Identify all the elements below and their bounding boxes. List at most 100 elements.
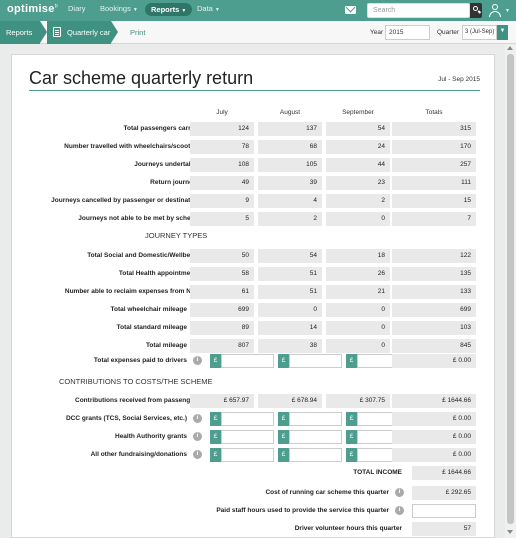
breadcrumb-reports[interactable]: Reports [0,21,40,44]
row-label: TOTAL INCOME [353,469,402,476]
value-cell: 57 [412,522,476,536]
value-cell: 699 [392,303,476,317]
info-icon[interactable]: i [193,450,202,459]
user-icon[interactable] [488,3,502,18]
currency-input: £ [278,354,342,368]
nav-data[interactable]: Data ▼ [197,4,220,13]
value-cell: 315 [392,122,476,136]
info-icon[interactable]: i [193,414,202,423]
value-cell: 0 [326,339,390,353]
section-heading: JOURNEY TYPES [145,231,208,240]
info-icon[interactable]: i [193,356,202,365]
value-cell: 257 [392,158,476,172]
amount-field[interactable] [221,354,274,368]
value-cell: 39 [258,176,322,190]
row-label: Number travelled with wheelchairs/scoote… [64,143,200,150]
value-cell: £ 678.94 [258,394,322,408]
currency-input: £ [210,354,274,368]
app-logo[interactable]: optimisetr [7,3,58,15]
search-button[interactable] [470,3,482,18]
row-label: Cost of running car scheme this quarter [265,489,389,496]
row-label: All other fundraising/donations [90,451,187,458]
year-input[interactable]: 2015 [385,25,430,40]
value-cell: 0 [326,321,390,335]
row-label: Paid staff hours used to provide the ser… [216,507,389,514]
value-cell: 18 [326,249,390,263]
amount-field[interactable] [289,354,342,368]
value-cell: 124 [190,122,254,136]
value-cell: 0 [326,303,390,317]
pound-addon: £ [210,412,221,426]
value-cell: £ 1644.66 [412,466,476,480]
nav-reports[interactable]: Reports ▼ [145,3,193,16]
nav-bookings[interactable]: Bookings ▼ [100,4,138,13]
nav-diary[interactable]: Diary [68,4,86,13]
row-label: Health Authority grants [115,433,187,440]
top-navbar: optimisetr Diary Bookings ▼ Reports ▼ Data… [0,0,516,21]
value-cell: £ 1644.66 [392,394,476,408]
search-icon [473,6,478,11]
column-header: September [342,109,374,116]
value-cell: 50 [190,249,254,263]
value-cell: 61 [190,285,254,299]
sub-toolbar: Reports Quarterly car Print Year 2015 Qu… [0,21,516,44]
value-cell: 807 [190,339,254,353]
value-cell: 58 [190,267,254,281]
amount-field[interactable] [289,430,342,444]
scroll-up-arrow[interactable] [507,46,513,50]
info-icon[interactable]: i [395,488,404,497]
row-label: Total standard mileage [116,324,187,331]
report-date-range: Jul - Sep 2015 [438,76,480,83]
value-cell: 78 [190,140,254,154]
row-label: Total expenses paid to drivers [93,357,187,364]
quarter-select[interactable]: 3 (Jul-Sep) [462,25,497,40]
value-cell: 38 [258,339,322,353]
print-link[interactable]: Print [130,28,145,37]
pound-addon: £ [346,430,357,444]
scroll-down-arrow[interactable] [507,530,513,534]
value-cell: 26 [326,267,390,281]
page-title: Car scheme quarterly return [29,68,254,88]
currency-input: £ [278,448,342,462]
pound-addon: £ [210,430,221,444]
info-icon[interactable]: i [395,506,404,515]
value-cell: 103 [392,321,476,335]
breadcrumb-separator [111,21,118,43]
row-label: Journeys not able to be met by scheme [78,215,200,222]
scroll-thumb[interactable] [507,54,514,524]
value-cell: 699 [190,303,254,317]
mail-icon[interactable] [345,6,356,14]
value-cell: 23 [326,176,390,190]
info-icon[interactable]: i [193,432,202,441]
value-cell: 68 [258,140,322,154]
value-cell: 14 [258,321,322,335]
pound-addon: £ [346,412,357,426]
column-header: July [216,109,228,116]
value-cell: £ 292.65 [412,486,476,500]
chevron-down-icon[interactable]: ▼ [497,25,508,40]
value-cell: 845 [392,339,476,353]
amount-field[interactable] [289,448,342,462]
value-cell: 105 [258,158,322,172]
staff-hours-input[interactable] [412,504,476,518]
column-header: Totals [425,109,443,116]
amount-field[interactable] [221,430,274,444]
amount-field[interactable] [221,412,274,426]
year-label: Year [370,29,384,36]
value-cell: 170 [392,140,476,154]
value-cell: 9 [190,194,254,208]
value-cell: 135 [392,267,476,281]
quarter-label: Quarter [437,29,460,36]
value-cell: 0 [326,212,390,226]
value-cell: £ 0.00 [392,430,476,444]
row-label: Journeys cancelled by passenger or desti… [51,197,200,204]
scrollbar[interactable] [505,44,516,538]
value-cell: 5 [190,212,254,226]
report-card: Car scheme quarterly return Jul - Sep 20… [11,54,495,538]
value-cell: 24 [326,140,390,154]
chevron-down-icon[interactable]: ▼ [505,8,510,14]
amount-field[interactable] [221,448,274,462]
section-heading: CONTRIBUTIONS TO COSTS/THE SCHEME [59,377,213,386]
search-input[interactable]: Search [367,3,470,18]
amount-field[interactable] [289,412,342,426]
